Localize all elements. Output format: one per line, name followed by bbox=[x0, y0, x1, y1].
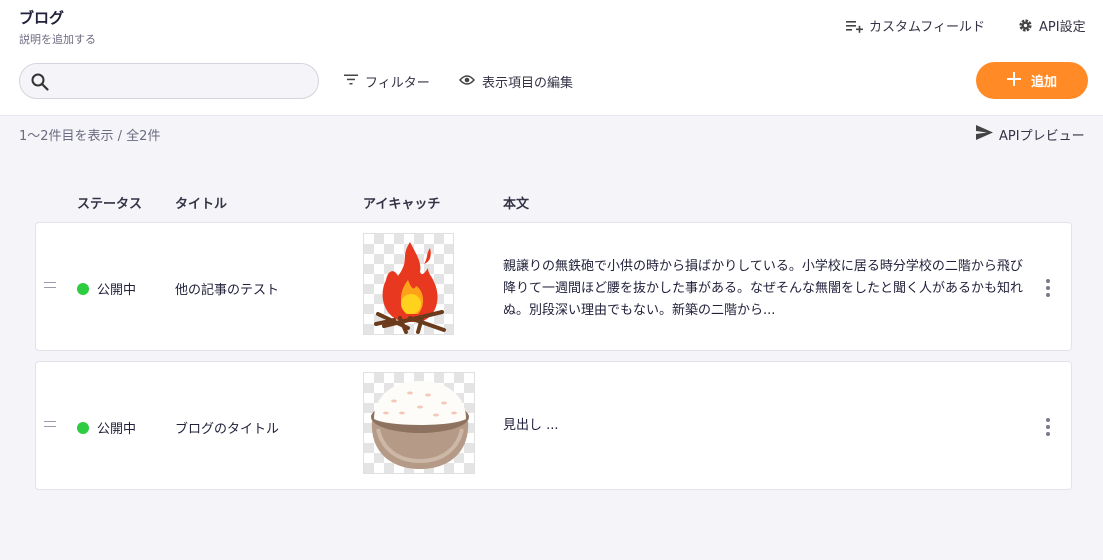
page-header: ブログ 説明を追加する カスタムフィールド API設定 フィルター 表示項目の編… bbox=[0, 0, 1103, 116]
eyecatch-thumbnail bbox=[363, 233, 454, 335]
drag-handle-icon[interactable] bbox=[44, 282, 56, 288]
api-preview-label: APIプレビュー bbox=[999, 129, 1085, 144]
edit-columns-button[interactable]: 表示項目の編集 bbox=[459, 72, 573, 91]
custom-field-label: カスタムフィールド bbox=[869, 20, 985, 35]
status-badge: 公開中 bbox=[77, 418, 136, 437]
gear-icon bbox=[1018, 18, 1033, 33]
api-preview-button[interactable]: APIプレビュー bbox=[976, 125, 1085, 144]
result-count: 1〜2件目を表示 / 全2件 bbox=[19, 129, 161, 144]
api-settings-link[interactable]: API設定 bbox=[1018, 16, 1086, 35]
search-box[interactable] bbox=[19, 63, 319, 99]
edit-columns-label: 表示項目の編集 bbox=[482, 76, 574, 91]
status-badge: 公開中 bbox=[77, 279, 136, 298]
custom-field-icon bbox=[846, 19, 863, 33]
column-header-title[interactable]: タイトル bbox=[175, 193, 227, 212]
page-description[interactable]: 説明を追加する bbox=[19, 31, 96, 47]
send-icon bbox=[976, 125, 993, 144]
plus-icon bbox=[1006, 71, 1021, 90]
filter-icon bbox=[344, 74, 358, 89]
campfire-illustration bbox=[374, 242, 446, 334]
column-header-eyecatch[interactable]: アイキャッチ bbox=[363, 193, 440, 212]
row-title: ブログのタイトル bbox=[175, 422, 280, 437]
more-vertical-icon[interactable] bbox=[1046, 418, 1052, 439]
drag-handle-icon[interactable] bbox=[44, 421, 56, 427]
column-header-status[interactable]: ステータス bbox=[77, 193, 142, 212]
row-title: 他の記事のテスト bbox=[175, 283, 280, 298]
row-body: 親譲りの無鉄砲で小供の時から損ばかりしている。小学校に居る時分学校の二階から飛び… bbox=[503, 259, 1024, 318]
status-dot bbox=[77, 282, 89, 295]
page-title: ブログ bbox=[19, 9, 65, 27]
api-settings-label: API設定 bbox=[1039, 20, 1086, 35]
more-vertical-icon[interactable] bbox=[1046, 279, 1052, 300]
filter-button[interactable]: フィルター bbox=[344, 72, 430, 91]
table-row[interactable]: 公開中 ブログのタイトル 見出し ... bbox=[35, 361, 1072, 490]
eyecatch-thumbnail bbox=[363, 372, 475, 474]
rice-bowl-illustration bbox=[371, 381, 469, 469]
status-label: 公開中 bbox=[97, 422, 137, 437]
filter-label: フィルター bbox=[365, 76, 430, 91]
status-dot bbox=[77, 421, 89, 434]
custom-field-link[interactable]: カスタムフィールド bbox=[846, 16, 985, 35]
search-input[interactable] bbox=[60, 70, 310, 92]
add-label: 追加 bbox=[1030, 75, 1057, 90]
row-body: 見出し ... bbox=[503, 418, 559, 433]
column-header-body[interactable]: 本文 bbox=[503, 193, 529, 212]
eye-icon bbox=[459, 74, 475, 90]
table-row[interactable]: 公開中 他の記事のテスト 親譲りの無鉄砲で小供の時から損ばかりしている。小学校に… bbox=[35, 222, 1072, 351]
status-label: 公開中 bbox=[97, 283, 137, 298]
add-button[interactable]: 追加 bbox=[976, 62, 1088, 99]
